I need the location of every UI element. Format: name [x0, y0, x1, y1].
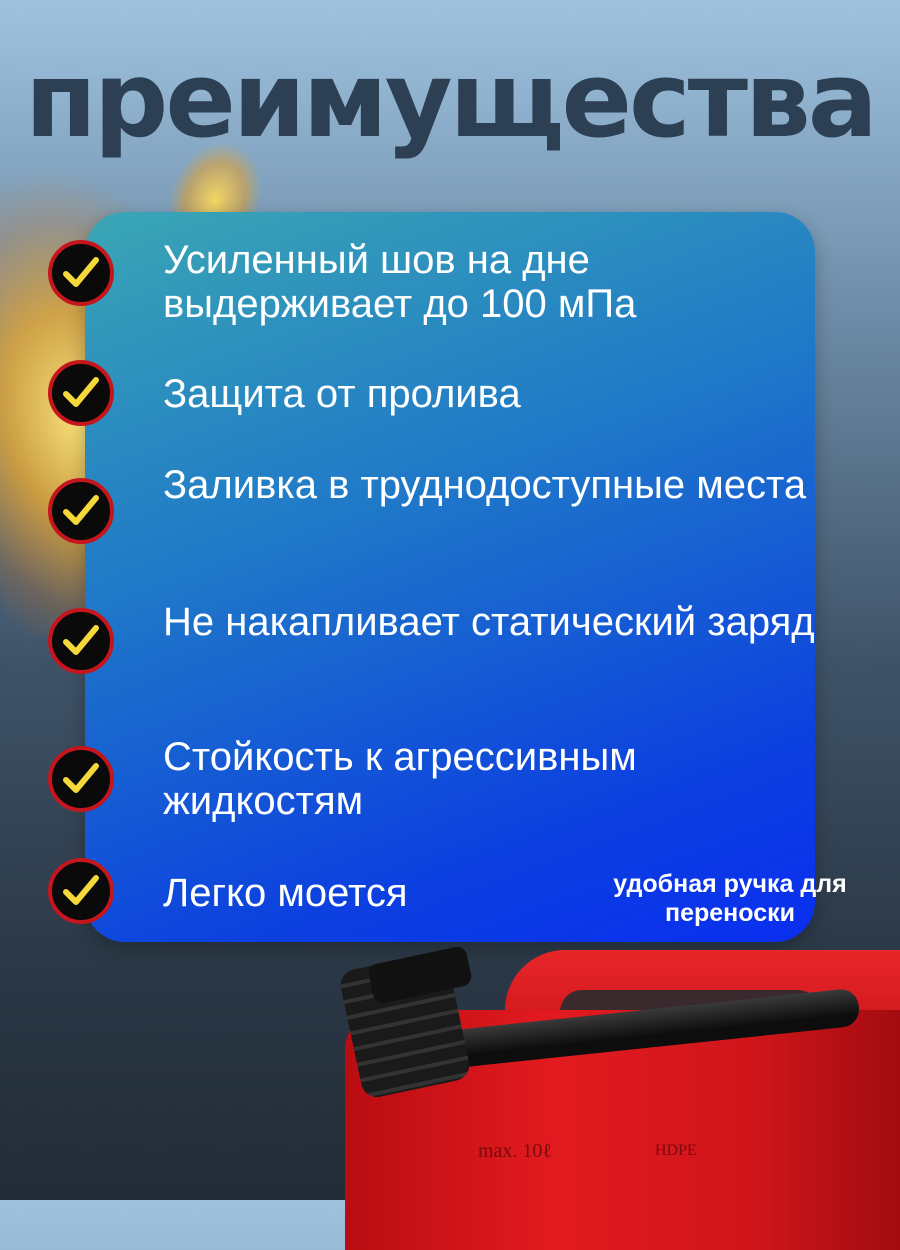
check-icon [48, 858, 114, 924]
feature-text: Стойкость к агрессивным жидкостям [163, 735, 637, 823]
check-icon [48, 478, 114, 544]
feature-text: Усиленный шов на дне выдерживает до 100 … [163, 238, 637, 326]
check-icon [48, 240, 114, 306]
feature-text: Не накапливает статический заряд [163, 600, 815, 644]
feature-text: Заливка в труднодоступные места [163, 463, 807, 507]
page-title: преимущества [25, 39, 878, 161]
feature-text: Защита от пролива [163, 372, 521, 416]
check-icon [48, 360, 114, 426]
check-icon [48, 746, 114, 812]
material-marking: HDPE [655, 1142, 697, 1159]
capacity-marking: max. 10ℓ [478, 1140, 553, 1162]
check-icon [48, 608, 114, 674]
handle-caption: удобная ручка для переноски [613, 870, 847, 927]
